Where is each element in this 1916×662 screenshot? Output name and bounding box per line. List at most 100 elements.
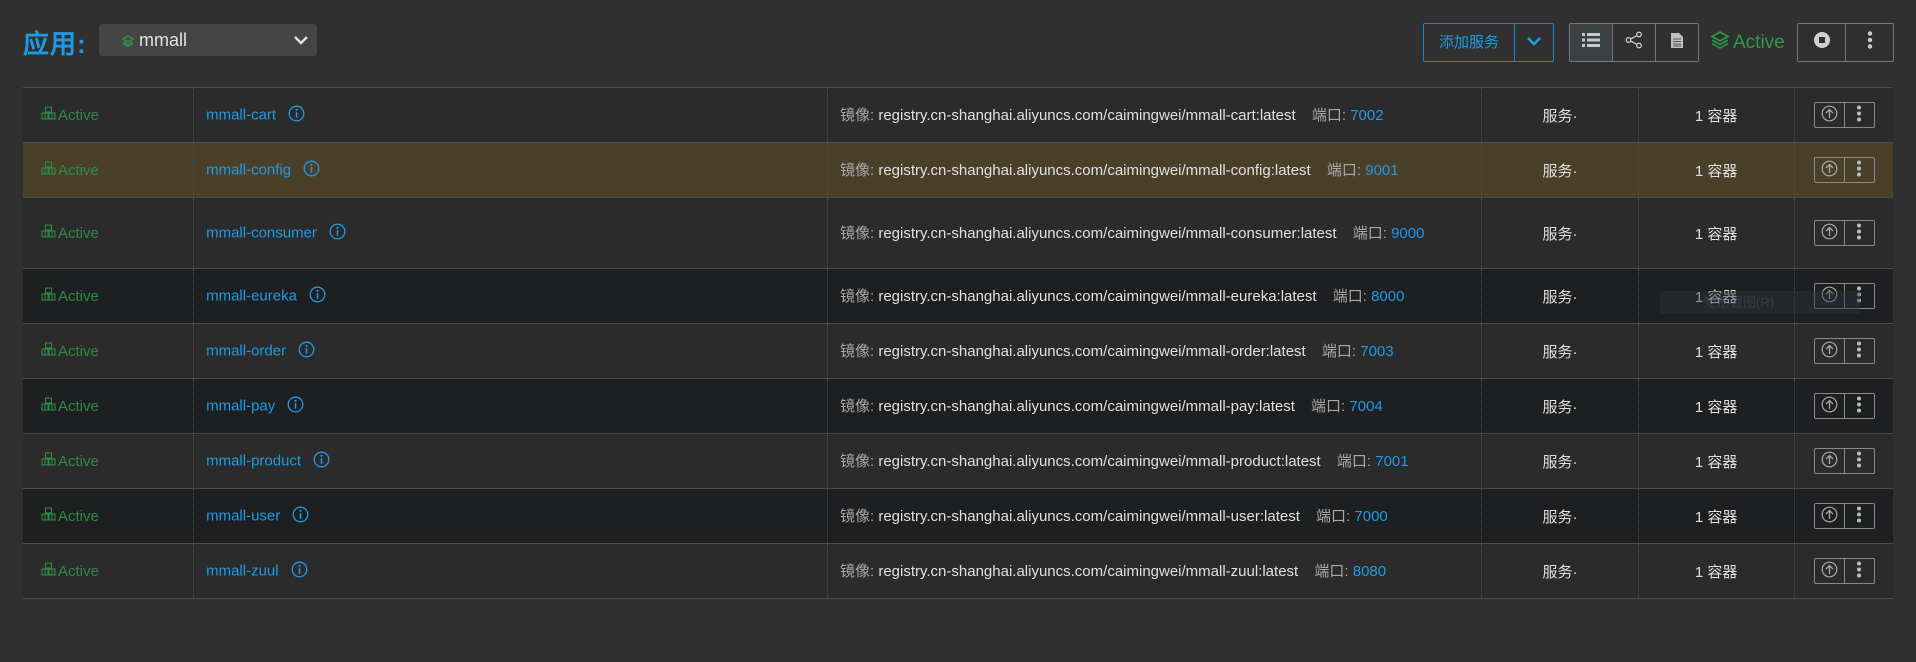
service-image-cell: 镜像: registry.cn-shanghai.aliyuncs.com/ca… [826,378,1482,434]
service-name-link[interactable]: mmall-config [206,161,291,178]
service-name-link[interactable]: mmall-consumer [206,224,317,241]
container-count-cell: 1 容器 [1637,378,1795,434]
stop-stack-button[interactable] [1798,24,1846,61]
screenshot-tool-tooltip: 矩形截图(R) [1660,291,1860,314]
row-actions-group [1813,102,1875,128]
upgrade-button[interactable] [1815,339,1845,363]
info-icon[interactable] [329,223,346,244]
stack-more-button[interactable] [1846,24,1893,61]
service-status: Active [58,397,99,415]
stack-status-label: Active [1733,32,1785,53]
image-name: registry.cn-shanghai.aliyuncs.com/caimin… [878,287,1317,305]
info-icon[interactable] [303,160,320,181]
service-status-cell: Active [23,378,194,434]
info-icon[interactable] [292,506,309,527]
service-status-cell: Active [23,543,194,599]
service-name-link[interactable]: mmall-product [206,452,301,469]
upgrade-button[interactable] [1815,158,1845,182]
service-row: Active mmall-config 镜像: registry.cn-shan… [23,142,1893,198]
row-actions-cell [1793,543,1893,599]
service-name-cell: mmall-pay [193,378,828,434]
port-link[interactable]: 7002 [1350,107,1383,124]
kebab-menu-icon [1856,105,1862,126]
list-view-button[interactable] [1570,24,1613,61]
row-more-button[interactable] [1845,158,1874,182]
port-link[interactable]: 7004 [1349,398,1382,415]
port-link[interactable]: 9001 [1365,162,1398,179]
service-image-cell: 镜像: registry.cn-shanghai.aliyuncs.com/ca… [826,543,1482,599]
service-name-cell: mmall-product [193,433,828,489]
container-boxes-icon [41,507,56,525]
row-more-button[interactable] [1845,103,1874,127]
row-more-button[interactable] [1845,559,1874,583]
info-icon[interactable] [291,561,308,582]
port-label: 端口: [1311,106,1347,124]
service-name-link[interactable]: mmall-cart [206,106,276,123]
port-link[interactable]: 8000 [1371,288,1404,305]
row-actions-group [1813,338,1875,364]
container-count[interactable]: 1 容器 [1695,108,1738,125]
service-name-link[interactable]: mmall-zuul [206,562,279,579]
service-row: Active mmall-eureka 镜像: registry.cn-shan… [23,268,1893,324]
service-name-link[interactable]: mmall-order [206,342,286,359]
service-type: 服务· [1542,453,1578,471]
port-link[interactable]: 9000 [1391,225,1424,242]
app-select[interactable]: mmall [99,24,317,56]
service-row: Active mmall-pay 镜像: registry.cn-shangha… [23,378,1893,434]
upgrade-button[interactable] [1815,394,1845,418]
service-status: Active [58,342,99,360]
container-count[interactable]: 1 容器 [1695,163,1738,180]
info-icon[interactable] [313,451,330,472]
graph-view-button[interactable] [1613,24,1656,61]
container-count[interactable]: 1 容器 [1695,399,1738,416]
compose-file-button[interactable] [1656,24,1698,61]
kebab-menu-icon [1856,341,1862,362]
service-name-cell: mmall-cart [193,87,828,143]
page-header: 应用: mmall 添加服务 Active [0,0,1916,86]
row-more-button[interactable] [1845,221,1874,245]
add-service-dropdown-button[interactable] [1515,24,1553,61]
add-service-button[interactable]: 添加服务 [1424,24,1515,61]
container-count[interactable]: 1 容器 [1695,226,1738,243]
row-more-button[interactable] [1845,504,1874,528]
image-name: registry.cn-shanghai.aliyuncs.com/caimin… [878,507,1300,525]
container-boxes-icon [41,397,56,415]
info-icon[interactable] [309,286,326,307]
kebab-menu-icon [1856,160,1862,181]
upgrade-button[interactable] [1815,449,1845,473]
container-count-cell: 1 容器 [1637,433,1795,489]
service-row: Active mmall-order 镜像: registry.cn-shang… [23,323,1893,379]
chevron-down-icon [1526,34,1542,52]
info-icon[interactable] [288,105,305,126]
image-name: registry.cn-shanghai.aliyuncs.com/caimin… [878,452,1321,470]
image-label: 镜像: [839,224,875,242]
container-count[interactable]: 1 容器 [1695,344,1738,361]
row-more-button[interactable] [1845,449,1874,473]
row-more-button[interactable] [1845,339,1874,363]
service-image-cell: 镜像: registry.cn-shanghai.aliyuncs.com/ca… [826,323,1482,379]
port-link[interactable]: 7000 [1354,508,1387,525]
port-link[interactable]: 7003 [1360,343,1393,360]
service-status: Active [58,507,99,525]
services-table: Active mmall-cart 镜像: registry.cn-shangh… [23,87,1893,599]
container-count[interactable]: 1 容器 [1695,509,1738,526]
service-name-link[interactable]: mmall-eureka [206,287,297,304]
upgrade-button[interactable] [1815,221,1845,245]
upgrade-button[interactable] [1815,504,1845,528]
container-count[interactable]: 1 容器 [1695,454,1738,471]
container-count[interactable]: 1 容器 [1695,564,1738,581]
service-name-link[interactable]: mmall-pay [206,397,275,414]
service-name-link[interactable]: mmall-user [206,507,280,524]
upgrade-button[interactable] [1815,103,1845,127]
upgrade-button[interactable] [1815,559,1845,583]
port-link[interactable]: 8080 [1353,563,1386,580]
add-service-group: 添加服务 [1423,23,1554,62]
row-more-button[interactable] [1845,394,1874,418]
port-link[interactable]: 7001 [1375,453,1408,470]
info-icon[interactable] [287,396,304,417]
service-type: 服务· [1542,563,1578,581]
service-name-cell: mmall-order [193,323,828,379]
image-name: registry.cn-shanghai.aliyuncs.com/caimin… [878,224,1337,242]
service-status-cell: Active [23,488,194,544]
info-icon[interactable] [298,341,315,362]
